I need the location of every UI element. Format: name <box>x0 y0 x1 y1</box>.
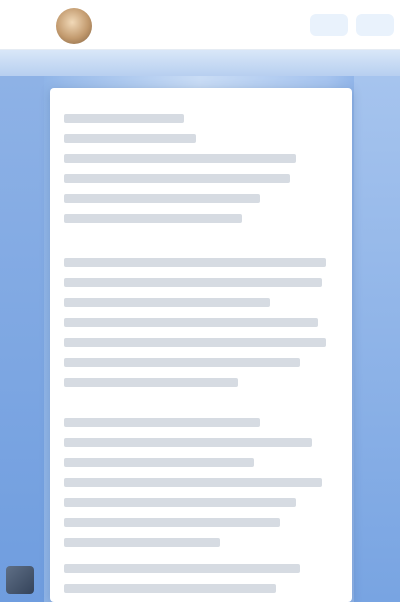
corner-thumbnail[interactable] <box>6 566 34 594</box>
header-action-button-1[interactable] <box>310 14 348 36</box>
text-line <box>64 458 254 467</box>
message-card <box>50 88 352 602</box>
app-header <box>0 0 400 50</box>
text-line <box>64 258 326 267</box>
text-line <box>64 114 184 123</box>
text-line <box>64 564 300 573</box>
paragraph-1 <box>64 114 332 234</box>
text-line <box>64 358 300 367</box>
text-line <box>64 194 260 203</box>
paragraph-2 <box>64 258 332 398</box>
text-line <box>64 584 276 593</box>
background-left-panel <box>0 76 44 602</box>
text-line <box>64 318 318 327</box>
header-action-button-2[interactable] <box>356 14 394 36</box>
text-line <box>64 134 196 143</box>
text-line <box>64 154 296 163</box>
paragraph-3 <box>64 418 332 558</box>
text-line <box>64 278 322 287</box>
text-line <box>64 418 260 427</box>
text-line <box>64 438 312 447</box>
text-line <box>64 498 296 507</box>
text-line <box>64 214 242 223</box>
text-line <box>64 174 290 183</box>
text-line <box>64 518 280 527</box>
avatar[interactable] <box>56 8 92 44</box>
text-line <box>64 478 322 487</box>
text-line <box>64 378 238 387</box>
paragraph-4 <box>64 564 332 602</box>
background-right-panel <box>354 76 400 602</box>
text-line <box>64 338 326 347</box>
chat-title <box>104 16 254 32</box>
text-line <box>64 538 220 547</box>
background-top-band <box>0 50 400 76</box>
text-line <box>64 298 270 307</box>
